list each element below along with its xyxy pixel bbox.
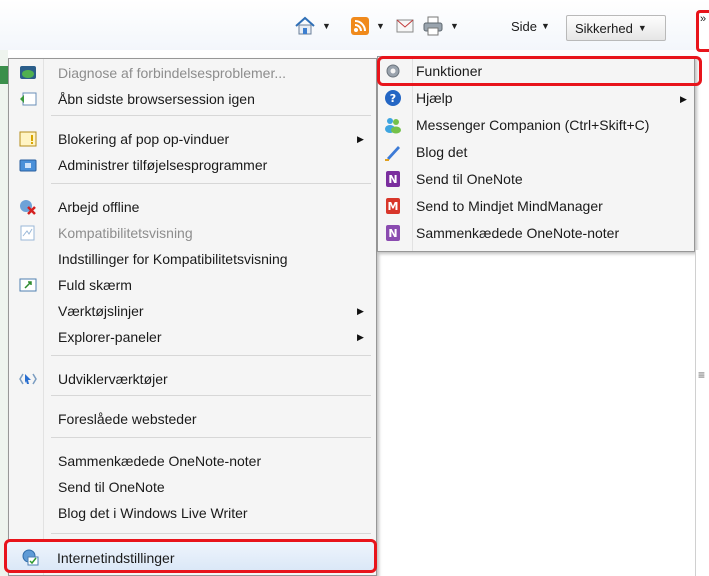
tools-menu: Diagnose af forbindelsesproblemer... Åbn… [8,58,377,576]
svg-text:N: N [388,173,397,186]
addons-icon [19,159,37,172]
rss-icon [351,17,369,35]
feeds-button[interactable]: ▼ [350,14,385,38]
submenu-item-linked-onenote[interactable]: N Sammenkædede OneNote-noter [378,220,694,247]
full-screen-icon [19,278,37,292]
menu-item-compat-view[interactable]: Kompatibilitetsvisning [9,221,376,245]
home-button[interactable]: ▼ [294,14,331,38]
menu-item-work-offline[interactable]: Arbejd offline [9,195,376,219]
menu-item-label: Blog det [416,144,468,160]
submenu-item-send-onenote[interactable]: N Send til OneNote [378,166,694,193]
internet-options-icon [22,549,39,566]
home-icon [295,16,315,35]
toolbar-overflow-button[interactable]: » [696,10,709,52]
mail-button[interactable] [396,14,414,38]
messenger-icon [385,118,401,134]
chevron-down-icon: ▼ [637,23,647,33]
submenu-arrow-icon: ▶ [357,332,364,342]
submenu-arrow-icon: ▶ [680,94,687,104]
mindmanager-icon: M [386,198,400,214]
menu-separator [51,115,371,116]
reopen-session-icon [20,92,37,106]
menu-item-label: Indstillinger for Kompatibilitetsvisning [58,251,288,267]
menu-item-internet-options[interactable]: Internetindstillinger [4,539,377,573]
menu-item-label: Sammenkædede OneNote-noter [416,225,620,241]
feeds-dropdown-arrow[interactable]: ▼ [376,21,385,31]
menu-item-manage-addons[interactable]: Administrer tilføjelsesprogrammer [9,153,376,177]
submenu-item-messenger[interactable]: Messenger Companion (Ctrl+Skift+C) [378,112,694,139]
menu-item-developer-tools[interactable]: Udviklerværktøjer [9,367,376,391]
printer-icon [423,16,443,36]
menu-item-label: Foreslåede websteder [58,411,197,427]
submenu-arrow-icon: ▶ [357,306,364,316]
page-content-edge-accent [0,66,8,84]
pen-icon [385,146,400,161]
command-bar: ▼ ▼ ▼ Side ▼ Sikkerhed ▼ » [0,0,709,52]
side-menu-button[interactable]: Side ▼ [511,14,550,38]
overflow-chevron-icon: » [700,13,707,25]
svg-text:?: ? [390,92,396,105]
menu-item-diagnose[interactable]: Diagnose af forbindelsesproblemer... [9,61,376,85]
menu-item-popup-blocker[interactable]: Blokering af pop op-vinduer ▶ [9,127,376,151]
chevron-down-icon: ▼ [541,21,550,31]
menu-item-label: Administrer tilføjelsesprogrammer [58,157,268,173]
menu-item-full-screen[interactable]: Fuld skærm [9,273,376,297]
menu-item-label: Udviklerværktøjer [58,371,168,387]
popup-blocker-icon [19,131,37,147]
menu-item-label: Send til OneNote [58,479,165,495]
help-icon: ? [385,90,401,106]
home-dropdown-arrow[interactable]: ▼ [322,21,331,31]
right-scroll-panel [695,250,709,576]
svg-text:M: M [388,200,399,213]
sikkerhed-menu-button[interactable]: Sikkerhed ▼ [566,15,666,41]
offline-icon [20,200,36,215]
menu-item-label: Hjælp [416,90,453,106]
menu-item-suggested-sites[interactable]: Foreslåede websteder [9,407,376,431]
menu-item-compat-settings[interactable]: Indstillinger for Kompatibilitetsvisning [9,247,376,271]
menu-item-label: Arbejd offline [58,199,140,215]
network-globe-icon [20,66,36,79]
menu-item-label: Blog det i Windows Live Writer [58,505,248,521]
menu-item-send-onenote[interactable]: Send til OneNote [9,475,376,499]
onenote-linked-icon: N [386,225,400,241]
menu-item-label: Blokering af pop op-vinduer [58,131,230,147]
funktioner-highlight [377,56,702,86]
menu-item-label: Sammenkædede OneNote-noter [58,453,262,469]
menu-item-label: Explorer-paneler [58,329,162,345]
menu-item-label: Åbn sidste browsersession igen [58,91,255,107]
menu-item-explorer-bars[interactable]: Explorer-paneler ▶ [9,325,376,349]
menu-item-blog-live-writer[interactable]: Blog det i Windows Live Writer [9,501,376,525]
menu-item-label: Værktøjslinjer [58,303,144,319]
sikkerhed-label: Sikkerhed [575,20,633,36]
compat-view-icon [20,225,35,241]
menu-item-label: Fuld skærm [58,277,132,293]
resize-grip-icon[interactable]: ≡ [698,368,705,382]
developer-tools-icon [19,373,37,385]
print-button[interactable]: ▼ [422,14,459,38]
menu-item-toolbars[interactable]: Værktøjslinjer ▶ [9,299,376,323]
menu-item-reopen-session[interactable]: Åbn sidste browsersession igen [9,87,376,111]
menu-item-label: Diagnose af forbindelsesproblemer... [58,65,287,81]
menu-separator [51,437,371,438]
side-label: Side [511,18,538,34]
submenu-arrow-icon: ▶ [357,134,364,144]
menu-item-label: Send til OneNote [416,171,523,187]
submenu-item-mindmanager[interactable]: M Send to Mindjet MindManager [378,193,694,220]
menu-item-label: Messenger Companion (Ctrl+Skift+C) [416,117,650,133]
svg-text:N: N [388,227,397,240]
onenote-icon: N [386,171,400,187]
menu-item-label: Internetindstillinger [57,550,175,566]
menu-item-label: Send to Mindjet MindManager [416,198,603,214]
mail-icon [396,19,414,33]
page-content-edge [0,50,8,576]
print-dropdown-arrow[interactable]: ▼ [450,21,459,31]
menu-item-linked-onenote[interactable]: Sammenkædede OneNote-noter [9,449,376,473]
menu-item-label: Kompatibilitetsvisning [58,225,193,241]
menu-separator [51,183,371,184]
menu-separator [51,355,371,356]
submenu-item-blog[interactable]: Blog det [378,139,694,166]
submenu-item-help[interactable]: ? Hjælp ▶ [378,85,694,112]
menu-separator [51,533,371,534]
menu-separator [51,395,371,396]
